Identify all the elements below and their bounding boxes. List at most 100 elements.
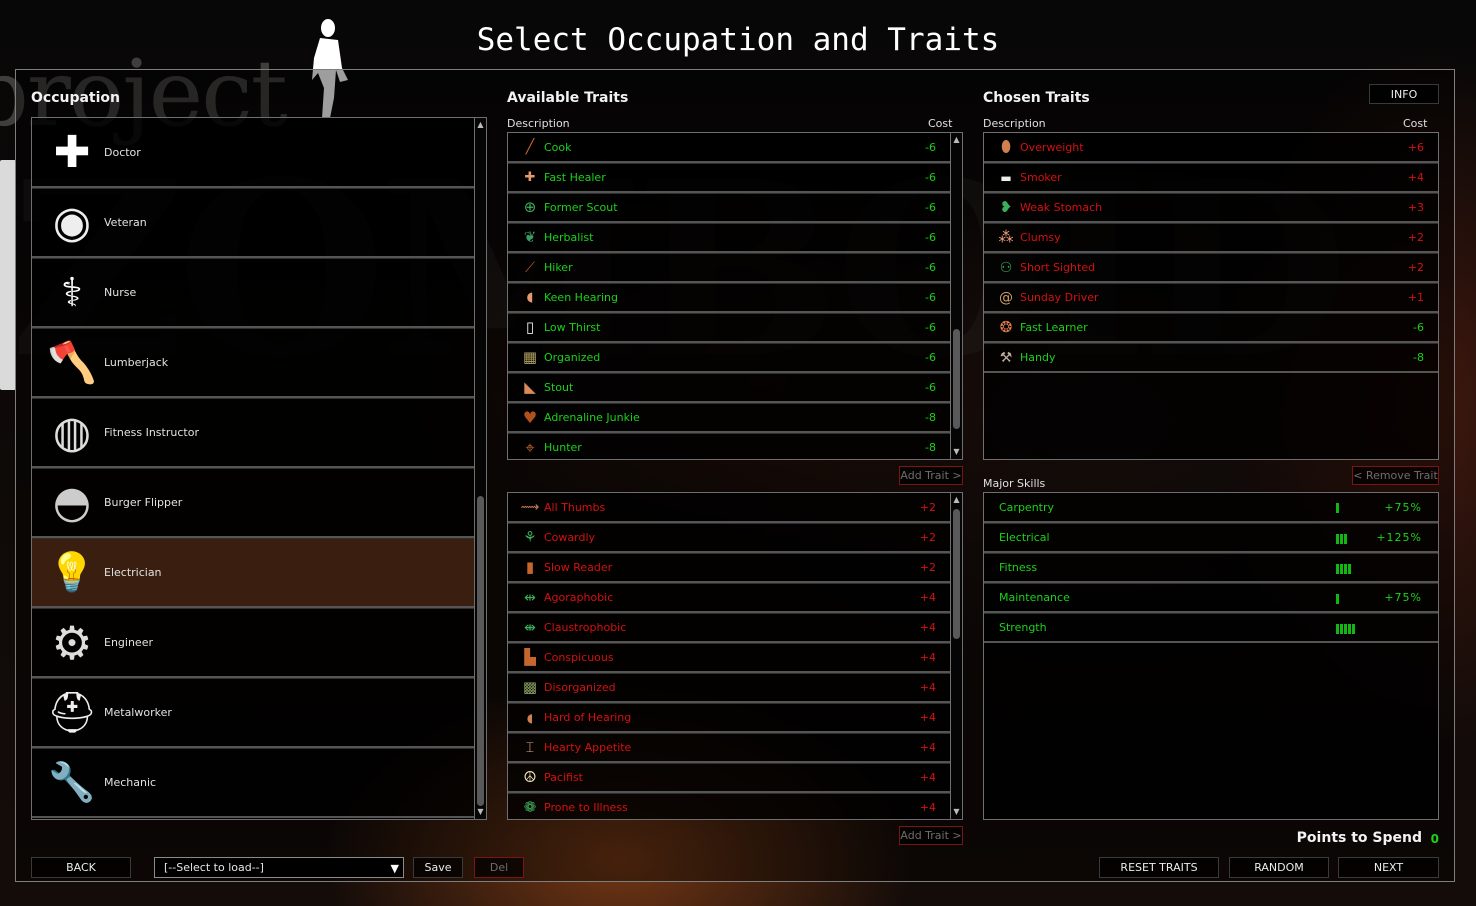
scroll-up-icon[interactable]: ▲ — [476, 120, 485, 130]
trait-row[interactable]: @ Sunday Driver +1 — [984, 283, 1438, 313]
trait-cost: -6 — [925, 381, 936, 394]
skill-level-bars — [1336, 594, 1339, 604]
scroll-down-icon[interactable]: ▼ — [952, 807, 961, 817]
save-button[interactable]: Save — [413, 857, 463, 878]
scroll-thumb[interactable] — [953, 509, 960, 639]
skill-level-pip — [1344, 624, 1347, 634]
skill-xp-boost: +125% — [1376, 531, 1422, 544]
available-traits-heading: Available Traits — [507, 90, 629, 106]
medical-cross-icon: ✚ — [53, 126, 91, 178]
occupation-scrollbar[interactable]: ▲ ▼ — [474, 118, 486, 819]
trait-label: Clumsy — [1020, 231, 1061, 244]
dropdown-arrow-icon[interactable]: ▼ — [391, 862, 399, 875]
brain-icon: ❂ — [999, 318, 1013, 336]
trait-row[interactable]: ◣ Stout -6 — [508, 373, 950, 403]
trait-row[interactable]: ⇹ Agoraphobic +4 — [508, 583, 950, 613]
skill-level-pip — [1340, 624, 1343, 634]
trait-cost: +4 — [919, 621, 936, 634]
positive-traits-scrollbar[interactable]: ▲ ▼ — [950, 133, 962, 459]
scroll-down-icon[interactable]: ▼ — [952, 447, 961, 457]
skill-row: Maintenance +75% — [984, 583, 1438, 613]
occupation-item-label: Nurse — [104, 286, 137, 299]
skill-row: Strength — [984, 613, 1438, 643]
trait-row[interactable]: ⌖ Hunter -8 — [508, 433, 950, 459]
occupation-item[interactable]: ⚙ Engineer — [32, 608, 474, 678]
trait-row[interactable]: ▯ Low Thirst -6 — [508, 313, 950, 343]
trait-row[interactable]: ◖ Hard of Hearing +4 — [508, 703, 950, 733]
info-button[interactable]: INFO — [1369, 84, 1439, 104]
negative-traits-scrollbar[interactable]: ▲ ▼ — [950, 493, 962, 819]
occupation-item[interactable]: 💡 Electrician — [32, 538, 474, 608]
occupation-item[interactable]: ⛑ Metalworker — [32, 678, 474, 748]
leaf-icon: ❦ — [523, 228, 537, 246]
random-button[interactable]: RANDOM — [1229, 857, 1329, 878]
occupation-item[interactable]: ◓ Burger Flipper — [32, 468, 474, 538]
trait-label: Sunday Driver — [1020, 291, 1099, 304]
scroll-thumb[interactable] — [477, 496, 484, 806]
trait-row[interactable]: ❂ Fast Learner -6 — [984, 313, 1438, 343]
sweatband-icon: ◍ — [52, 407, 92, 458]
hammer-icon: ⚒ — [999, 349, 1013, 366]
remove-trait-button[interactable]: < Remove Trait — [1352, 466, 1439, 485]
major-skills-heading: Major Skills — [983, 477, 1046, 490]
skill-label: Strength — [999, 621, 1047, 634]
add-positive-trait-button[interactable]: Add Trait > — [899, 466, 963, 485]
occupation-item[interactable]: 🔧 Mechanic — [32, 748, 474, 818]
trait-row[interactable]: ⚘ Cowardly +2 — [508, 523, 950, 553]
available-cost-col-header: Cost — [928, 117, 953, 130]
trait-row[interactable]: ⊕ Former Scout -6 — [508, 193, 950, 223]
skill-level-bars — [1336, 534, 1347, 544]
occupation-item[interactable]: ✚ Doctor — [32, 118, 474, 188]
reset-traits-button[interactable]: RESET TRAITS — [1099, 857, 1219, 878]
stomach-icon: ❥ — [999, 198, 1013, 216]
trait-label: Hunter — [544, 441, 582, 454]
trait-row[interactable]: ▙ Conspicuous +4 — [508, 643, 950, 673]
axe-icon: 🪓 — [47, 340, 97, 386]
load-preset-select[interactable]: [--Select to load--] ▼ — [154, 857, 404, 878]
trait-row[interactable]: ⚒ Handy -8 — [984, 343, 1438, 373]
trait-row[interactable]: ⟿ All Thumbs +2 — [508, 493, 950, 523]
delete-button[interactable]: Del — [474, 857, 524, 878]
welding-mask-icon: ⛑ — [46, 690, 98, 736]
trait-row[interactable]: ╱ Cook -6 — [508, 133, 950, 163]
trait-label: Short Sighted — [1020, 261, 1096, 274]
trait-row[interactable]: ▩ Disorganized +4 — [508, 673, 950, 703]
occupation-item[interactable]: ◉ Veteran — [32, 188, 474, 258]
trait-cost: -8 — [925, 441, 936, 454]
skill-label: Maintenance — [999, 591, 1070, 604]
back-button[interactable]: BACK — [31, 857, 131, 878]
trait-cost: +4 — [919, 651, 936, 664]
occupation-item[interactable]: ◍ Fitness Instructor — [32, 398, 474, 468]
next-button[interactable]: NEXT — [1338, 857, 1439, 878]
trait-row[interactable]: ⟋ Hiker -6 — [508, 253, 950, 283]
trait-row[interactable]: ⬮ Overweight +6 — [984, 133, 1438, 163]
trait-row[interactable]: ❁ Prone to Illness +4 — [508, 793, 950, 819]
trait-row[interactable]: ❥ Weak Stomach +3 — [984, 193, 1438, 223]
trait-row[interactable]: ❦ Herbalist -6 — [508, 223, 950, 253]
cigarette-icon: ▬ — [1000, 170, 1012, 185]
scroll-up-icon[interactable]: ▲ — [952, 135, 961, 145]
trait-row[interactable]: ⁂ Clumsy +2 — [984, 223, 1438, 253]
occupation-item[interactable]: ⚕ Nurse — [32, 258, 474, 328]
trait-label: Former Scout — [544, 201, 618, 214]
trait-row[interactable]: ✚ Fast Healer -6 — [508, 163, 950, 193]
points-to-spend-value: 0 — [1430, 832, 1439, 846]
trait-row[interactable]: ▦ Organized -6 — [508, 343, 950, 373]
trait-row[interactable]: ◖ Keen Hearing -6 — [508, 283, 950, 313]
trait-row[interactable]: ▬ Smoker +4 — [984, 163, 1438, 193]
scroll-up-icon[interactable]: ▲ — [952, 495, 961, 505]
trait-label: Claustrophobic — [544, 621, 627, 634]
trait-cost: -6 — [925, 351, 936, 364]
trait-row[interactable]: ⚇ Short Sighted +2 — [984, 253, 1438, 283]
trait-row[interactable]: ⌶ Hearty Appetite +4 — [508, 733, 950, 763]
trait-row[interactable]: ☮ Pacifist +4 — [508, 763, 950, 793]
occupation-item[interactable]: 🪓 Lumberjack — [32, 328, 474, 398]
skill-level-pip — [1340, 534, 1343, 544]
scroll-down-icon[interactable]: ▼ — [476, 807, 485, 817]
add-negative-trait-button[interactable]: Add Trait > — [899, 826, 963, 845]
trait-row[interactable]: ▮ Slow Reader +2 — [508, 553, 950, 583]
scroll-thumb[interactable] — [953, 329, 960, 429]
trait-cost: +4 — [919, 771, 936, 784]
trait-row[interactable]: ⇼ Claustrophobic +4 — [508, 613, 950, 643]
trait-row[interactable]: ♥ Adrenaline Junkie -8 — [508, 403, 950, 433]
